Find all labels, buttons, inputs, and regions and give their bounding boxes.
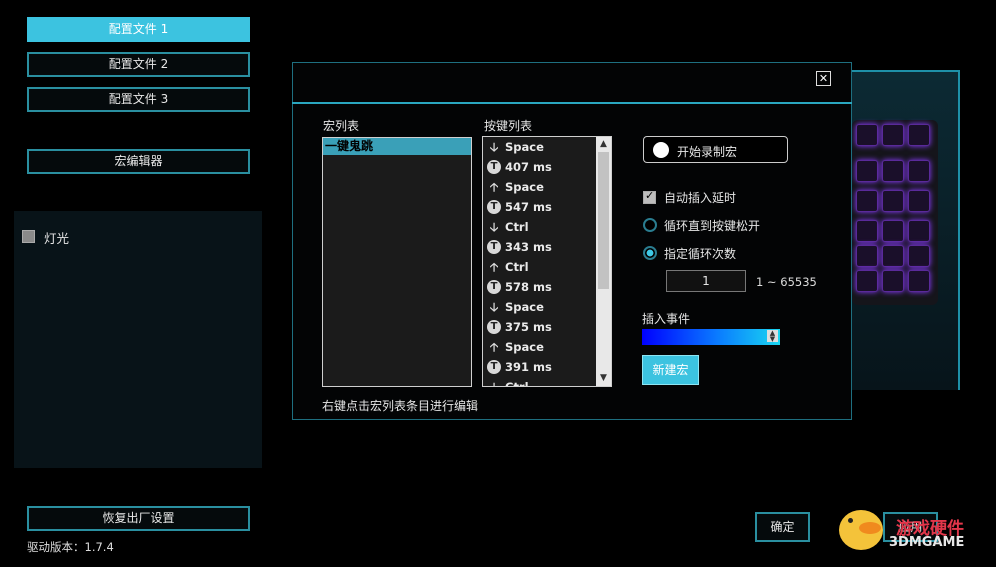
insert-event-label: 插入事件 (642, 312, 691, 326)
scroll-down-icon[interactable]: ▼ (596, 371, 611, 386)
key-list-item[interactable]: 🡣 Ctrl (483, 377, 596, 386)
ok-button[interactable]: 确定 (755, 512, 810, 542)
key-list-item[interactable]: T 375 ms (483, 317, 596, 337)
key-up-icon: 🡡 (489, 180, 499, 194)
check-icon: ✓ (645, 189, 655, 202)
key-item-text: 391 ms (505, 360, 552, 374)
record-circle-icon (653, 142, 669, 158)
key-item-text: 407 ms (505, 160, 552, 174)
key-item-text: 547 ms (505, 200, 552, 214)
macro-item[interactable]: 一键鬼跳 (323, 138, 471, 155)
start-record-label: 开始录制宏 (677, 145, 738, 159)
timer-icon: T (487, 280, 501, 294)
key-list-item[interactable]: T 578 ms (483, 277, 596, 297)
key-list-scrollbar[interactable]: ▲ ▼ (596, 137, 611, 386)
profile-1-button[interactable]: 配置文件 1 (27, 17, 250, 42)
select-spinner-icon[interactable]: ▲ ▼ (767, 330, 778, 343)
timer-icon: T (487, 320, 501, 334)
key-item-text: Ctrl (505, 380, 529, 386)
loop-release-label: 循环直到按键松开 (664, 219, 761, 233)
key-list-item[interactable]: 🡡 Space (483, 177, 596, 197)
start-record-button[interactable]: 开始录制宏 (643, 136, 788, 163)
loop-release-radio[interactable] (643, 218, 657, 232)
key-item-text: Ctrl (505, 260, 529, 274)
key-item-text: Ctrl (505, 220, 529, 234)
key-list[interactable]: 🡣 Space T 407 ms 🡡 Space T 547 ms 🡣 Ctrl T 343 ms 🡡 C… (482, 136, 612, 387)
dialog-header (292, 62, 852, 104)
loop-count-input[interactable]: 1 (666, 270, 746, 292)
new-macro-button[interactable]: 新建宏 (642, 355, 699, 385)
key-down-icon: 🡣 (489, 140, 499, 154)
macro-list[interactable]: 一键鬼跳 (322, 137, 472, 387)
left-panel (14, 211, 262, 468)
key-up-icon: 🡡 (489, 260, 499, 274)
key-down-icon: 🡣 (489, 220, 499, 234)
key-list-item[interactable]: T 407 ms (483, 157, 596, 177)
key-down-icon: 🡣 (487, 380, 501, 386)
loop-range-text: 1 ~ 65535 (756, 275, 817, 289)
key-list-item[interactable]: T 343 ms (483, 237, 596, 257)
key-item-text: 578 ms (505, 280, 552, 294)
timer-icon: T (487, 240, 501, 254)
key-list-label: 按键列表 (484, 119, 533, 133)
profile-2-button[interactable]: 配置文件 2 (27, 52, 250, 77)
macro-editor-button[interactable]: 宏编辑器 (27, 149, 250, 174)
scroll-up-icon[interactable]: ▲ (596, 137, 611, 152)
watermark-subtext: 3DMGAME (889, 535, 965, 550)
key-item-text: Space (505, 340, 544, 354)
auto-delay-checkbox[interactable]: ✓ (643, 189, 656, 204)
macro-list-label: 宏列表 (323, 119, 360, 133)
timer-icon: T (487, 360, 501, 374)
key-item-text: 343 ms (505, 240, 552, 254)
keyboard-image (852, 120, 938, 305)
scroll-thumb[interactable] (598, 152, 609, 289)
light-label: 灯光 (44, 231, 70, 246)
key-list-item[interactable]: T 547 ms (483, 197, 596, 217)
key-list-item[interactable]: 🡡 Ctrl (483, 257, 596, 277)
key-item-text: Space (505, 300, 544, 314)
key-item-text: 375 ms (505, 320, 552, 334)
key-list-item[interactable]: 🡣 Ctrl (483, 217, 596, 237)
key-list-item[interactable]: 🡣 Space (483, 137, 596, 157)
key-down-icon: 🡣 (489, 300, 499, 314)
key-item-text: Space (505, 180, 544, 194)
watermark-logo-icon (833, 502, 889, 554)
loop-count-radio[interactable] (643, 246, 657, 260)
light-checkbox[interactable] (22, 230, 35, 243)
key-list-item[interactable]: T 391 ms (483, 357, 596, 377)
timer-icon: T (487, 200, 501, 214)
key-list-item[interactable]: 🡣 Space (483, 297, 596, 317)
driver-version: 驱动版本：1.7.4 (27, 540, 114, 554)
auto-delay-label: 自动插入延时 (664, 191, 737, 205)
timer-icon: T (487, 160, 501, 174)
loop-count-label: 指定循环次数 (664, 247, 737, 261)
reset-factory-button[interactable]: 恢复出厂设置 (27, 506, 250, 531)
close-icon[interactable]: ✕ (816, 71, 831, 86)
profile-3-button[interactable]: 配置文件 3 (27, 87, 250, 112)
insert-event-select[interactable]: ▲ ▼ (642, 329, 780, 345)
edit-hint: 右键点击宏列表条目进行编辑 (322, 399, 479, 413)
key-item-text: Space (505, 140, 544, 154)
key-up-icon: 🡡 (489, 340, 499, 354)
key-list-item[interactable]: 🡡 Space (483, 337, 596, 357)
